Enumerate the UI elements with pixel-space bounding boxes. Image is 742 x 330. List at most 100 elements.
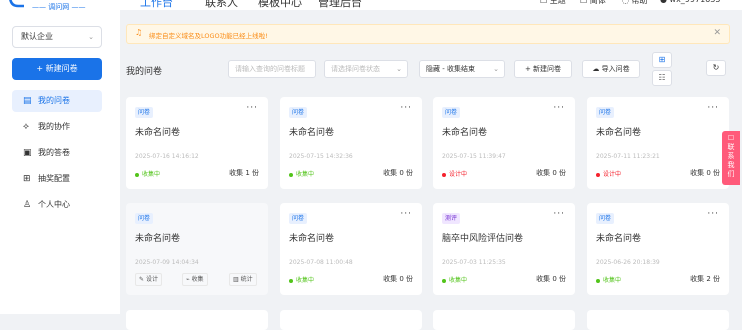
survey-title: 未命名问卷: [289, 128, 335, 138]
user-menu[interactable]: ● wx_9971635: [660, 0, 720, 4]
import-label: 导入问卷: [601, 65, 630, 73]
collect-count: 收集 0 份: [690, 169, 720, 177]
more-icon[interactable]: ···: [707, 209, 719, 219]
survey-date: 2025-07-08 11:00:48: [289, 259, 353, 266]
sidebar-item-my-answers[interactable]: ▣ 我的答卷: [12, 142, 102, 164]
survey-card[interactable]: 问卷 ··· 未命名问卷 2025-07-11 11:23:21 设计中 收集 …: [587, 97, 729, 189]
help-button[interactable]: ◌ 帮助: [622, 0, 648, 6]
survey-date: 2025-06-26 20:18:39: [596, 259, 660, 266]
survey-card[interactable]: 问卷 未命名问卷 2025-07-09 14:04:34 ✎ 设计 ⌁ 收集 ▥…: [126, 203, 268, 295]
more-icon[interactable]: ···: [400, 103, 412, 113]
status-badge: 收集中: [442, 275, 467, 284]
statistics-button[interactable]: ▥ 统计: [229, 273, 257, 286]
survey-card[interactable]: [126, 310, 268, 330]
status-text: 收集中: [449, 277, 468, 284]
survey-card[interactable]: 问卷 ··· 未命名问卷 2025-07-16 14:16:12 收集中 收集 …: [126, 97, 268, 189]
status-badge: 收集中: [289, 275, 314, 284]
filter-select-value: 隐藏 - 收集结束: [426, 65, 475, 73]
filter-select[interactable]: 隐藏 - 收集结束 ⌄: [419, 60, 505, 78]
survey-title: 未命名问卷: [135, 128, 181, 138]
type-tag: 测评: [442, 213, 461, 224]
sidebar-item-collaboration[interactable]: ⟡ 我的协作: [12, 116, 102, 138]
sidebar-item-profile[interactable]: ♙ 个人中心: [12, 194, 102, 216]
survey-card[interactable]: [587, 310, 729, 330]
logo-icon: [9, 0, 24, 8]
avatar: ●: [660, 0, 667, 4]
sidebar-item-my-surveys[interactable]: ▤ 我的问卷: [12, 90, 102, 112]
status-text: 收集中: [296, 171, 315, 178]
import-survey-button[interactable]: ☁ 导入问卷: [582, 60, 640, 78]
tab-admin[interactable]: 管理后台: [318, 0, 362, 10]
status-dot-icon: [442, 278, 446, 283]
more-icon[interactable]: ···: [553, 209, 565, 219]
new-survey-toolbar-button[interactable]: + 新建问卷: [514, 60, 572, 78]
enterprise-select[interactable]: 默认企业 ⌄: [12, 26, 102, 48]
tab-contacts[interactable]: 联系人: [205, 0, 238, 10]
link-icon: ⌁: [186, 276, 190, 283]
survey-title: 未命名问卷: [442, 128, 488, 138]
type-tag: 问卷: [135, 107, 154, 118]
sidebar-item-label: 我的协作: [38, 122, 70, 131]
survey-date: 2025-07-11 11:23:21: [596, 153, 660, 160]
more-icon[interactable]: ···: [246, 103, 258, 113]
survey-card[interactable]: [280, 310, 422, 330]
new-survey-button[interactable]: + 新建问卷: [12, 58, 102, 80]
status-select[interactable]: 请选择问卷状态 ⌄: [324, 60, 408, 78]
survey-card[interactable]: [433, 310, 575, 330]
more-icon[interactable]: ···: [400, 209, 412, 219]
type-tag: 问卷: [596, 107, 615, 118]
list-view-icon[interactable]: ☷: [652, 70, 672, 86]
notice-text: 绑定自定义域名及LOGO功能已经上线啦!: [149, 32, 268, 40]
status-text: 设计中: [449, 171, 468, 178]
collect-count: 收集 0 份: [536, 169, 566, 177]
survey-date: 2025-07-15 11:39:47: [442, 153, 506, 160]
collect-button[interactable]: ⌁ 收集: [182, 273, 208, 286]
sidebar-item-lottery[interactable]: ⊞ 抽奖配置: [12, 168, 102, 190]
status-select-placeholder: 请选择问卷状态: [331, 65, 380, 73]
chevron-down-icon: ⌄: [396, 65, 402, 73]
tab-templates[interactable]: 模板中心: [258, 0, 302, 10]
survey-date: 2025-07-09 14:04:34: [135, 259, 199, 266]
close-icon[interactable]: ✕: [713, 28, 721, 38]
page-title: 我的问卷: [126, 67, 163, 77]
language-icon: ☐: [580, 0, 588, 5]
type-tag: 问卷: [442, 107, 461, 118]
design-button[interactable]: ✎ 设计: [135, 273, 162, 286]
language-button[interactable]: ☐ 简体: [580, 0, 606, 6]
type-tag: 问卷: [596, 213, 615, 224]
more-icon[interactable]: ···: [553, 103, 565, 113]
collect-count: 收集 1 份: [229, 169, 259, 177]
status-badge: 设计中: [442, 169, 467, 178]
collect-label: 收集: [191, 276, 204, 283]
tab-workbench[interactable]: 工作台: [140, 0, 173, 10]
gift-icon: ⊞: [23, 174, 31, 184]
list-icon: ▤: [23, 96, 32, 106]
theme-button[interactable]: ☐ 主题: [540, 0, 566, 6]
survey-card[interactable]: 问卷 ··· 未命名问卷 2025-07-15 11:39:47 设计中 收集 …: [433, 97, 575, 189]
enterprise-select-value: 默认企业: [21, 32, 53, 41]
survey-card[interactable]: 问卷 ··· 未命名问卷 2025-06-26 20:18:39 收集中 收集 …: [587, 203, 729, 295]
sidebar-item-label: 我的问卷: [38, 96, 70, 105]
grid-view-icon[interactable]: ⊞: [652, 52, 672, 68]
survey-title: 未命名问卷: [289, 234, 335, 244]
edit-icon: ✎: [139, 276, 145, 283]
status-dot-icon: [289, 172, 293, 177]
survey-card[interactable]: 问卷 ··· 未命名问卷 2025-07-08 11:00:48 收集中 收集 …: [280, 203, 422, 295]
contact-us-button[interactable]: ☐ 联系我们: [722, 131, 740, 185]
status-text: 设计中: [603, 171, 622, 178]
collect-count: 收集 2 份: [690, 275, 720, 283]
status-dot-icon: [596, 172, 600, 177]
refresh-icon[interactable]: ↻: [706, 60, 726, 76]
cloud-upload-icon: ☁: [592, 65, 600, 73]
logo-text: —— 调问网 ——: [32, 3, 86, 10]
sidebar-item-label: 抽奖配置: [38, 174, 70, 183]
sidebar-item-label: 我的答卷: [38, 148, 70, 157]
survey-card[interactable]: 测评 ··· 脑卒中风险评估问卷 2025-07-03 11:25:35 收集中…: [433, 203, 575, 295]
more-icon[interactable]: ···: [707, 103, 719, 113]
type-tag: 问卷: [289, 213, 308, 224]
status-text: 收集中: [603, 277, 622, 284]
survey-date: 2025-07-03 11:25:35: [442, 259, 506, 266]
survey-card[interactable]: 问卷 ··· 未命名问卷 2025-07-15 14:32:36 收集中 收集 …: [280, 97, 422, 189]
search-input[interactable]: 请输入查询的问卷标题: [228, 60, 316, 78]
status-badge: 设计中: [596, 169, 621, 178]
